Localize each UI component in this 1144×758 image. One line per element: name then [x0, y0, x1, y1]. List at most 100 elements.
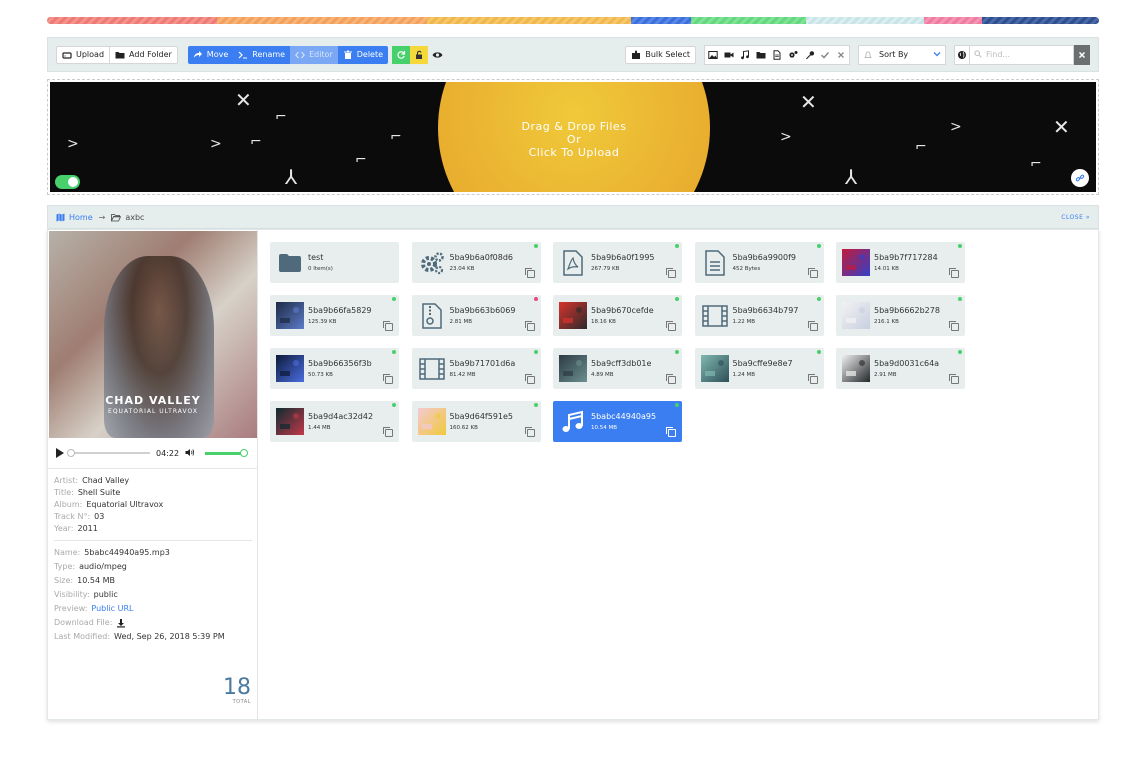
- move-button[interactable]: Move: [187, 45, 234, 64]
- file-card[interactable]: 5ba9d64f591e5 160.62 KB: [411, 401, 541, 442]
- upload-dropzone[interactable]: ✕ ⌐ ⌐ ⅄ > > ⌐ ⌐ ✕ ⅄ > ⌐ > ✕ ⌐ Drag & Dro…: [47, 79, 1099, 195]
- file-card[interactable]: 5ba9b7f717284 14.01 KB: [836, 242, 965, 283]
- delete-button[interactable]: Delete: [337, 45, 389, 64]
- file-name: 5ba9b670cefde: [591, 306, 654, 315]
- meta-value: Wed, Sep 26, 2018 5:39 PM: [114, 632, 225, 641]
- top-color-bar: [47, 17, 1099, 24]
- dropzone-line2: Or: [566, 133, 582, 146]
- file-card[interactable]: 5ba9d4ac32d42 1.44 MB: [270, 401, 399, 442]
- copy-icon[interactable]: [666, 321, 676, 331]
- seek-handle[interactable]: [67, 449, 75, 457]
- status-dot: [533, 403, 538, 407]
- file-card[interactable]: 5ba9b71701d6a 81.42 MB: [411, 348, 541, 389]
- filter-video-button[interactable]: [721, 46, 737, 64]
- file-card[interactable]: 5ba9b6634b797 1.22 MB: [694, 295, 824, 336]
- filter-clear-button[interactable]: [833, 46, 849, 64]
- toolbar: Upload Add Folder Move Rename Editor Del…: [47, 37, 1099, 72]
- upload-button[interactable]: Upload: [56, 45, 110, 64]
- file-card[interactable]: 5ba9b6a0f08d6 23.04 KB: [411, 242, 541, 283]
- decorative-line: ⌐: [355, 152, 367, 168]
- volume-handle[interactable]: [240, 448, 249, 457]
- file-thumbnail: [700, 355, 729, 382]
- status-dot: [958, 297, 962, 301]
- unlock-icon: [416, 50, 423, 59]
- file-size: 216.1 KB: [874, 319, 899, 325]
- bulk-select-button[interactable]: Bulk Select: [625, 45, 696, 64]
- dropzone-canvas[interactable]: ✕ ⌐ ⌐ ⅄ > > ⌐ ⌐ ✕ ⅄ > ⌐ > ✕ ⌐ Drag & Dro…: [50, 82, 1096, 192]
- file-name: test: [308, 253, 324, 262]
- copy-icon[interactable]: [666, 374, 676, 384]
- copy-icon[interactable]: [807, 268, 818, 278]
- search-input[interactable]: Find...: [970, 44, 1074, 65]
- file-card[interactable]: 5ba9cff3db01e 4.89 MB: [553, 348, 682, 389]
- copy-icon[interactable]: [524, 374, 535, 384]
- check-icon: [820, 51, 830, 59]
- filter-tools-button[interactable]: [801, 46, 817, 64]
- editor-button[interactable]: Editor: [290, 45, 338, 64]
- play-icon[interactable]: [56, 448, 64, 458]
- filter-check-button[interactable]: [817, 46, 833, 64]
- copy-icon[interactable]: [524, 321, 535, 331]
- file-name: 5ba9b6662b278: [874, 306, 940, 315]
- decorative-line: ⌐: [250, 134, 262, 150]
- copy-icon[interactable]: [807, 321, 818, 331]
- file-card[interactable]: 5ba9b66356f3b 50.73 KB: [270, 348, 399, 389]
- add-folder-button[interactable]: Add Folder: [109, 45, 178, 64]
- filter-applications-button[interactable]: [785, 46, 801, 64]
- filter-documents-button[interactable]: [769, 46, 785, 64]
- meta-row: Track N°: 03: [54, 511, 163, 523]
- copy-icon[interactable]: [807, 374, 818, 384]
- filter-audio-button[interactable]: [737, 46, 753, 64]
- file-card[interactable]: 5ba9b670cefde 18.16 KB: [553, 295, 682, 336]
- file-name: 5ba9d0031c64a: [874, 359, 940, 368]
- music-icon: [559, 408, 587, 435]
- copy-icon[interactable]: [949, 374, 959, 384]
- file-card[interactable]: 5ba9b663b6069 2.81 MB: [411, 295, 541, 336]
- file-card-selected[interactable]: 5babc44940a95 10.54 MB: [553, 401, 682, 442]
- upload-from-url-button[interactable]: [1071, 169, 1089, 187]
- file-card[interactable]: 5ba9b66fa5829 125.39 KB: [270, 295, 399, 336]
- edit-actions-group: Move Rename Editor Delete: [187, 45, 389, 64]
- lock-button[interactable]: [410, 45, 429, 64]
- decorative-line: >: [67, 136, 79, 152]
- meta-row-modified: Last Modified: Wed, Sep 26, 2018 5:39 PM: [54, 630, 225, 644]
- filter-folders-button[interactable]: [753, 46, 769, 64]
- copy-icon[interactable]: [949, 268, 959, 278]
- preview-button[interactable]: [428, 46, 446, 64]
- filter-images-button[interactable]: [705, 46, 721, 64]
- file-card[interactable]: 5ba9b6a9900f9 452 Bytes: [694, 242, 824, 283]
- refresh-button[interactable]: [392, 45, 411, 64]
- decorative-line: ⅄: [845, 165, 858, 189]
- volume-icon[interactable]: [185, 448, 195, 459]
- breadcrumb-home[interactable]: Home: [56, 213, 93, 222]
- breadcrumb-folder[interactable]: axbc: [111, 213, 144, 222]
- file-thumbnail: [559, 302, 587, 329]
- seek-bar[interactable]: [67, 449, 150, 457]
- volume-slider[interactable]: [205, 448, 249, 457]
- file-size: 452 Bytes: [732, 266, 761, 272]
- sort-select[interactable]: Sort By: [858, 44, 946, 65]
- rename-button[interactable]: Rename: [233, 45, 291, 64]
- copy-icon[interactable]: [524, 268, 535, 278]
- download-icon[interactable]: [116, 616, 126, 630]
- copy-icon[interactable]: [383, 374, 393, 384]
- file-card[interactable]: 5ba9b6662b278 216.1 KB: [836, 295, 965, 336]
- file-card[interactable]: test 0 Item(s): [270, 242, 399, 283]
- public-url-link[interactable]: Public URL: [91, 602, 133, 616]
- search-clear-button[interactable]: [1074, 44, 1090, 65]
- copy-icon[interactable]: [383, 427, 393, 437]
- copy-icon[interactable]: [383, 321, 393, 331]
- file-card[interactable]: 5ba9d0031c64a 2.91 MB: [836, 348, 965, 389]
- file-card[interactable]: 5ba9b6a0f1995 267.79 KB: [553, 242, 682, 283]
- move-label: Move: [206, 50, 229, 59]
- file-thumbnail: [559, 355, 587, 382]
- globe-icon[interactable]: [954, 44, 970, 65]
- copy-icon[interactable]: [524, 427, 535, 437]
- file-name: 5ba9b7f717284: [874, 253, 938, 262]
- copy-icon[interactable]: [949, 321, 959, 331]
- close-sidebar-button[interactable]: CLOSE »: [1061, 214, 1090, 221]
- public-toggle[interactable]: [55, 175, 80, 189]
- copy-icon[interactable]: [666, 427, 676, 437]
- copy-icon[interactable]: [666, 268, 676, 278]
- file-card[interactable]: 5ba9cffe9e8e7 1.24 MB: [694, 348, 824, 389]
